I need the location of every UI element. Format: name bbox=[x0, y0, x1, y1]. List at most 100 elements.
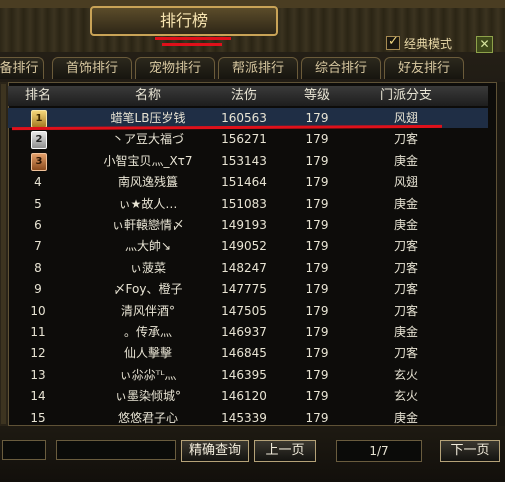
tab-3[interactable]: 帮派排行 bbox=[218, 57, 298, 79]
magic-damage-cell: 151083 bbox=[221, 196, 267, 211]
page-indicator: 1/7 bbox=[336, 440, 422, 462]
magic-damage-cell: 146120 bbox=[221, 389, 267, 404]
magic-damage-cell: 147775 bbox=[221, 282, 267, 297]
rank-cell: 12 bbox=[30, 346, 46, 361]
check-icon: ✓ bbox=[388, 34, 399, 49]
player-name-cell: 丶ア豆大福づ bbox=[111, 132, 184, 147]
table-row[interactable]: 6 ぃ軒轅戀情〆 149193 179 庚金 bbox=[8, 215, 488, 235]
rank-cell: 1 bbox=[18, 108, 58, 128]
tab-4[interactable]: 综合排行 bbox=[301, 57, 381, 79]
level-cell: 179 bbox=[305, 389, 329, 404]
sect-branch-cell: 刀客 bbox=[393, 260, 418, 275]
table-row[interactable]: 8 ぃ菠菜 148247 179 刀客 bbox=[8, 258, 488, 278]
classic-mode-toggle[interactable]: ✓ 经典模式 bbox=[386, 34, 452, 52]
tab-1[interactable]: 首饰排行 bbox=[52, 57, 132, 79]
tab-5[interactable]: 好友排行 bbox=[384, 57, 464, 79]
sect-branch-cell: 庚金 bbox=[393, 410, 418, 425]
player-name-cell: ぃ尛尛ᵀᴸ灬 bbox=[119, 367, 177, 382]
close-button[interactable]: ✕ bbox=[476, 36, 493, 53]
table-row[interactable]: 10 清风伴酒° 147505 179 刀客 bbox=[8, 301, 488, 321]
sect-branch-cell: 庚金 bbox=[393, 153, 418, 168]
magic-damage-cell: 146937 bbox=[221, 325, 267, 339]
magic-damage-cell: 151464 bbox=[221, 175, 267, 190]
player-name-cell: 〆Foy、橙子 bbox=[113, 282, 183, 297]
player-name-cell: 清风伴酒° bbox=[120, 303, 175, 318]
rank-cell: 8 bbox=[34, 260, 42, 275]
gold-medal-icon: 1 bbox=[31, 110, 47, 128]
magic-damage-cell: 145339 bbox=[221, 410, 267, 425]
table-row[interactable]: 13 ぃ尛尛ᵀᴸ灬 146395 179 玄火 bbox=[8, 365, 488, 385]
player-name-cell: ぃ墨染倾城° bbox=[114, 389, 181, 404]
table-row[interactable]: 14 ぃ墨染倾城° 146120 179 玄火 bbox=[8, 386, 488, 406]
tab-0[interactable]: 备排行 bbox=[0, 57, 44, 79]
rank-cell: 5 bbox=[34, 196, 42, 211]
magic-damage-cell: 146395 bbox=[221, 367, 267, 382]
sect-branch-cell: 玄火 bbox=[393, 367, 418, 382]
rank-cell: 2 bbox=[18, 129, 58, 150]
classic-mode-checkbox[interactable]: ✓ bbox=[386, 34, 400, 50]
player-name-cell: 蜡笔LB压岁钱 bbox=[110, 111, 186, 125]
col-rank: 排名 bbox=[24, 88, 51, 103]
exact-search-button[interactable]: 精确查询 bbox=[181, 440, 249, 462]
silver-medal-icon: 2 bbox=[31, 131, 47, 150]
window-title: 排行榜 bbox=[90, 6, 278, 36]
table-header: 排名 名称 法伤 等级 门派分支 bbox=[8, 86, 488, 106]
level-cell: 179 bbox=[305, 196, 329, 211]
level-cell: 179 bbox=[305, 239, 329, 254]
col-name: 名称 bbox=[134, 88, 161, 103]
magic-damage-cell: 149052 bbox=[221, 239, 267, 254]
right-edge bbox=[497, 82, 505, 426]
player-name-cell: ぃ菠菜 bbox=[129, 260, 166, 275]
rank-cell: 15 bbox=[30, 410, 46, 425]
level-cell: 179 bbox=[305, 260, 329, 275]
rank-cell: 10 bbox=[30, 303, 46, 318]
filter-field-1[interactable] bbox=[2, 440, 46, 460]
sect-branch-cell: 刀客 bbox=[393, 282, 418, 297]
table-row[interactable]: 3 小智宝贝灬_Xτ7 153143 179 庚金 bbox=[8, 151, 488, 171]
next-page-button[interactable]: 下一页 bbox=[440, 440, 500, 462]
table-row[interactable]: 12 仙人擊擊 146845 179 刀客 bbox=[8, 343, 488, 363]
player-name-cell: 小智宝贝灬_Xτ7 bbox=[103, 153, 193, 168]
ranking-window: 排行榜 ✓ 经典模式 ✕ 备排行 首饰排行 宠物排行 帮派排行 综合排行 好友排行 排名 … bbox=[0, 0, 505, 482]
table-row[interactable]: 7 灬大帥↘ 149052 179 刀客 bbox=[8, 236, 488, 256]
sect-branch-cell: 刀客 bbox=[393, 132, 418, 147]
level-cell: 179 bbox=[305, 325, 329, 339]
rank-cell: 3 bbox=[18, 151, 58, 171]
table-row[interactable]: 15 悠悠君子心 145339 179 庚金 bbox=[8, 408, 488, 428]
table-row[interactable]: 5 ぃ★故人… 151083 179 庚金 bbox=[8, 194, 488, 214]
search-input[interactable] bbox=[56, 440, 176, 460]
bronze-medal-icon: 3 bbox=[31, 152, 47, 171]
table-row[interactable]: 2 丶ア豆大福づ 156271 179 刀客 bbox=[8, 129, 488, 150]
rank-cell: 14 bbox=[30, 389, 46, 404]
table-row[interactable]: 9 〆Foy、橙子 147775 179 刀客 bbox=[8, 279, 488, 299]
annotation-underline-title-2 bbox=[162, 43, 222, 46]
rank-cell: 9 bbox=[34, 282, 42, 297]
prev-page-button[interactable]: 上一页 bbox=[254, 440, 316, 462]
level-cell: 179 bbox=[305, 346, 329, 361]
scroll-track[interactable] bbox=[1, 84, 6, 424]
col-score: 法伤 bbox=[230, 88, 257, 103]
sect-branch-cell: 庚金 bbox=[393, 325, 418, 339]
level-cell: 179 bbox=[305, 175, 329, 190]
sect-branch-cell: 刀客 bbox=[393, 239, 418, 254]
magic-damage-cell: 148247 bbox=[221, 260, 267, 275]
tab-2[interactable]: 宠物排行 bbox=[135, 57, 215, 79]
player-name-cell: 灬大帥↘ bbox=[124, 239, 172, 254]
player-name-cell: ぃ軒轅戀情〆 bbox=[111, 218, 184, 232]
player-name-cell: 悠悠君子心 bbox=[117, 410, 178, 425]
magic-damage-cell: 147505 bbox=[221, 303, 267, 318]
sect-branch-cell: 刀客 bbox=[393, 346, 418, 361]
col-level: 等级 bbox=[303, 88, 330, 103]
player-name-cell: 仙人擊擊 bbox=[123, 346, 172, 361]
level-cell: 179 bbox=[305, 132, 329, 147]
table-row[interactable]: 4 南风逸残簋 151464 179 风翅 bbox=[8, 172, 488, 192]
magic-damage-cell: 149193 bbox=[221, 218, 267, 232]
player-name-cell: 。传承灬 bbox=[123, 325, 172, 339]
sect-branch-cell: 玄火 bbox=[393, 389, 418, 404]
sect-branch-cell: 刀客 bbox=[393, 303, 418, 318]
player-name-cell: 南风逸残簋 bbox=[117, 175, 178, 190]
table-row[interactable]: 11 。传承灬 146937 179 庚金 bbox=[8, 322, 488, 342]
annotation-underline-title bbox=[155, 37, 231, 40]
rank-cell: 7 bbox=[34, 239, 42, 254]
level-cell: 179 bbox=[305, 303, 329, 318]
